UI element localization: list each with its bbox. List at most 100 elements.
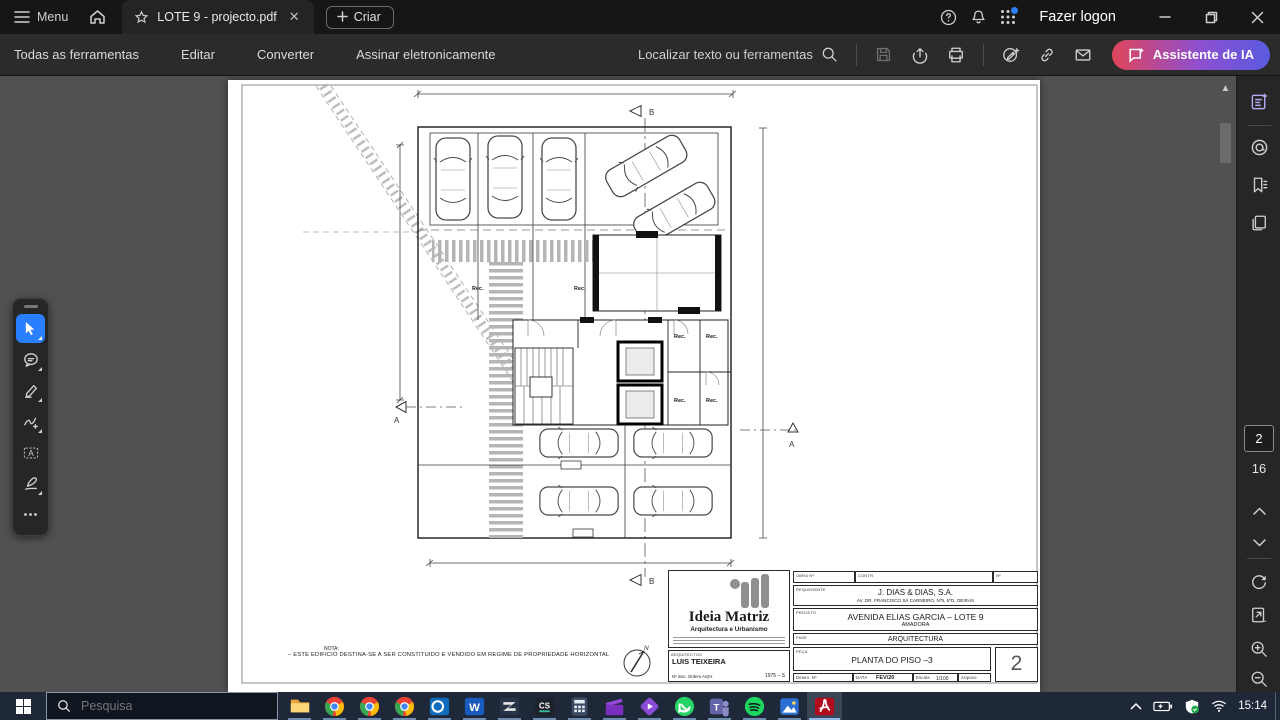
app-acrobat[interactable] <box>807 692 842 720</box>
app-word[interactable]: W <box>457 692 492 720</box>
find-tools-button[interactable]: Localizar texto ou ferramentas <box>638 46 846 63</box>
app-cs[interactable]: CS <box>527 692 562 720</box>
bookmarks-panel-button[interactable] <box>1244 170 1274 200</box>
document-tab[interactable]: LOTE 9 - projecto.pdf ✕ <box>122 0 313 34</box>
app-spotify[interactable] <box>737 692 772 720</box>
zoom-in-button[interactable] <box>1244 634 1274 664</box>
scroll-up-icon[interactable]: ▲ <box>1219 82 1232 95</box>
share-icon <box>911 46 929 64</box>
request-signatures-button[interactable] <box>994 40 1028 70</box>
whatsapp-icon <box>674 696 695 717</box>
battery-icon[interactable] <box>1153 700 1173 712</box>
close-button[interactable] <box>1234 0 1280 34</box>
ai-summary-button[interactable] <box>1244 86 1274 116</box>
vertical-scrollbar[interactable]: ▲ <box>1219 78 1232 690</box>
architect-reg-label: Nº insc. Ordem Arqºs <box>672 674 712 679</box>
next-page-button[interactable] <box>1244 528 1274 558</box>
app-whatsapp[interactable] <box>667 692 702 720</box>
help-button[interactable] <box>933 0 963 34</box>
svg-text:Rec.: Rec. <box>472 286 484 292</box>
save-button[interactable] <box>867 40 901 70</box>
drag-handle[interactable] <box>24 305 38 308</box>
svg-text:W: W <box>469 701 480 713</box>
contrato-cell: CONTR. <box>855 571 993 583</box>
app-media-player[interactable] <box>632 692 667 720</box>
highlight-tool-button[interactable] <box>16 376 45 405</box>
restore-button[interactable] <box>1188 0 1234 34</box>
menu-edit[interactable]: Editar <box>160 47 236 62</box>
zoom-out-button[interactable] <box>1244 664 1274 694</box>
outlook-icon <box>429 696 450 717</box>
create-button[interactable]: Criar <box>326 6 394 29</box>
text-select-tool-button[interactable]: A <box>16 438 45 467</box>
page-thumbnails-button[interactable] <box>1244 208 1274 238</box>
ai-assistant-button[interactable]: Assistente de IA <box>1112 40 1270 70</box>
app-movies[interactable] <box>597 692 632 720</box>
draw-tool-button[interactable] <box>16 407 45 436</box>
rotate-page-button[interactable] <box>1244 566 1274 596</box>
storage-room <box>593 231 721 314</box>
select-tool-button[interactable] <box>16 314 45 343</box>
ai-assistant-label: Assistente de IA <box>1153 47 1254 62</box>
menu-button[interactable]: Menu <box>0 0 80 34</box>
start-button[interactable] <box>0 692 46 720</box>
cursor-icon <box>23 321 38 336</box>
svg-text:Rec.: Rec. <box>674 334 686 340</box>
page-number-input[interactable]: 2 <box>1244 425 1274 452</box>
app-chrome-3[interactable] <box>387 692 422 720</box>
tray-expand-icon[interactable] <box>1130 702 1142 710</box>
escala-cell: Escala 1/100 <box>913 673 958 682</box>
wifi-icon[interactable] <box>1211 700 1227 712</box>
zoom-in-icon <box>1250 640 1268 658</box>
taskbar-search[interactable] <box>46 692 278 720</box>
app-scanner[interactable] <box>492 692 527 720</box>
submenu-indicator <box>38 491 42 495</box>
link-button[interactable] <box>1030 40 1064 70</box>
menu-all-tools[interactable]: Todas as ferramentas <box>0 47 160 62</box>
menu-esign[interactable]: Assinar eletronicamente <box>335 47 516 62</box>
note-text: – ESTE EDIFICIO DESTINA-SE A SER CONSTIT… <box>288 652 628 658</box>
fit-page-icon <box>1250 606 1268 624</box>
fase-value: ARQUITECTURA <box>794 636 1037 643</box>
tab-close-icon[interactable]: ✕ <box>285 7 304 27</box>
clock[interactable]: 15:14 <box>1238 700 1267 712</box>
ai-assistant-icon <box>1128 47 1145 63</box>
previous-page-button[interactable] <box>1244 496 1274 526</box>
app-photos[interactable] <box>772 692 807 720</box>
defender-icon[interactable] <box>1184 699 1200 714</box>
send-email-button[interactable] <box>1066 40 1100 70</box>
ramp-hatch-horizontal <box>432 240 594 262</box>
plus-icon <box>337 11 348 22</box>
photos-icon <box>779 696 800 717</box>
menu-convert[interactable]: Converter <box>236 47 335 62</box>
document-area[interactable]: B B A A <box>0 76 1236 692</box>
more-tools-button[interactable] <box>16 500 45 529</box>
share-button[interactable] <box>903 40 937 70</box>
home-button[interactable] <box>80 0 114 34</box>
app-chrome-2[interactable] <box>352 692 387 720</box>
rotate-icon <box>1250 572 1268 590</box>
show-desktop-button[interactable] <box>1275 692 1280 720</box>
comments-panel-button[interactable] <box>1244 132 1274 162</box>
submenu-indicator <box>38 336 42 340</box>
scrollbar-thumb[interactable] <box>1220 123 1231 163</box>
fit-page-button[interactable] <box>1244 600 1274 630</box>
app-outlook[interactable] <box>422 692 457 720</box>
app-chrome-1[interactable] <box>317 692 352 720</box>
minimize-button[interactable] <box>1142 0 1188 34</box>
app-file-explorer[interactable] <box>282 692 317 720</box>
acrobat-icon <box>814 696 835 717</box>
fill-sign-tool-button[interactable] <box>16 469 45 498</box>
app-calculator[interactable] <box>562 692 597 720</box>
taskbar-search-input[interactable] <box>81 699 241 713</box>
apps-grid-button[interactable] <box>993 0 1023 34</box>
print-button[interactable] <box>939 40 973 70</box>
highlighter-icon <box>23 383 39 399</box>
app-teams[interactable]: T <box>702 692 737 720</box>
hamburger-icon <box>14 10 30 24</box>
home-icon <box>89 9 106 25</box>
signin-button[interactable]: Fazer logon <box>1023 9 1142 25</box>
comment-tool-button[interactable] <box>16 345 45 374</box>
pdf-page[interactable]: B B A A <box>228 80 1040 692</box>
notifications-button[interactable] <box>963 0 993 34</box>
